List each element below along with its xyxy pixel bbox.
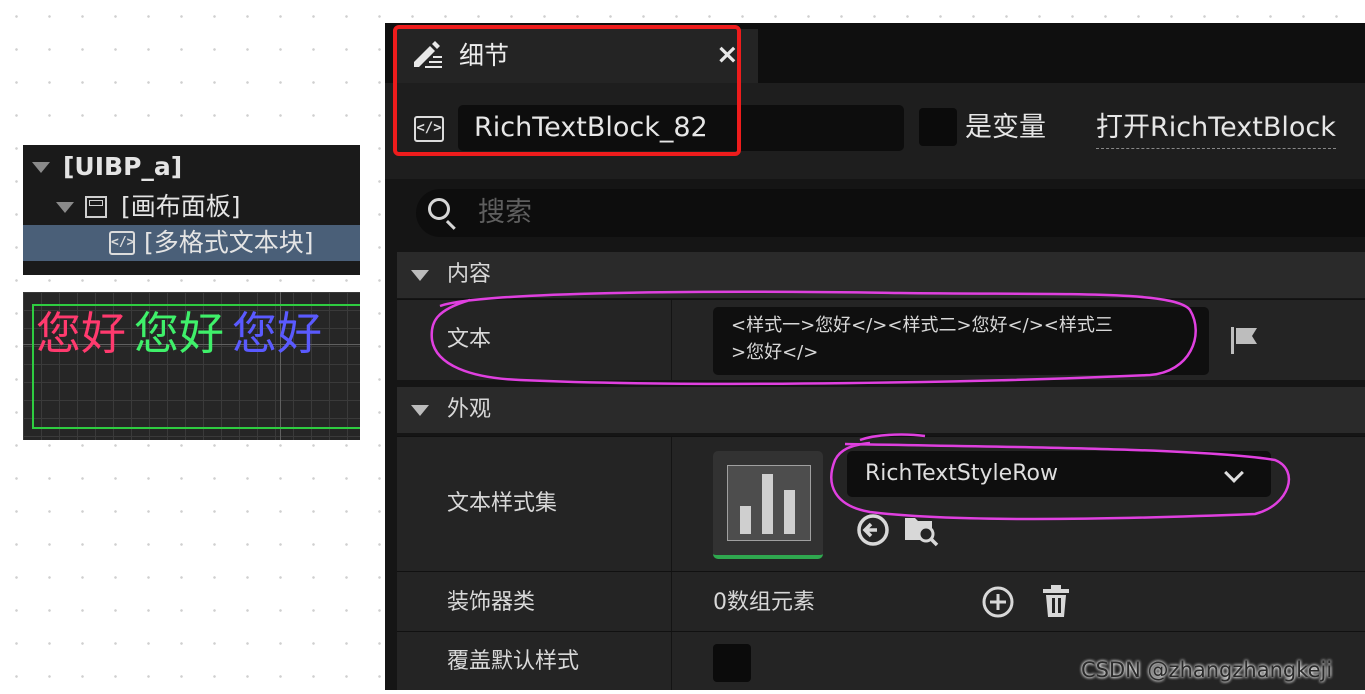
category-label: 外观 xyxy=(447,397,492,422)
property-label: 文本样式集 xyxy=(447,491,558,516)
rich-text-icon: </> xyxy=(109,231,135,255)
chevron-down-icon xyxy=(1224,463,1244,483)
collapse-arrow-icon[interactable] xyxy=(411,270,429,281)
override-default-style-checkbox[interactable] xyxy=(713,644,751,682)
property-row-decorator-classes: 装饰器类 0数组元素 xyxy=(397,571,1365,632)
is-variable-checkbox[interactable] xyxy=(919,108,957,146)
search-input[interactable]: 搜索 xyxy=(478,193,532,233)
collapse-arrow-icon[interactable] xyxy=(411,405,429,416)
add-element-icon[interactable] xyxy=(981,585,1015,619)
tree-item-canvas-panel[interactable]: [画布面板] xyxy=(23,189,360,225)
preview-text-style3: 您好 xyxy=(232,307,323,360)
data-table-thumbnail[interactable] xyxy=(713,451,823,559)
hierarchy-panel: [UIBP_a] [画布面板] </> [多格式文本块] xyxy=(23,145,360,275)
widget-name-row: </> RichTextBlock_82 是变量 打开RichTextBlock xyxy=(385,83,1365,179)
collapse-arrow-icon[interactable] xyxy=(56,202,74,213)
close-icon[interactable]: × xyxy=(716,37,739,73)
use-selected-arrow-icon[interactable] xyxy=(855,512,891,548)
localization-flag-icon[interactable] xyxy=(1229,324,1261,356)
collapse-arrow-icon[interactable] xyxy=(32,162,50,173)
canvas-panel-icon xyxy=(85,196,107,218)
text-value-field[interactable]: <样式一>您好</><样式二>您好</><样式三 >您好</> xyxy=(713,307,1209,375)
property-row-text: 文本 <样式一>您好</><样式二>您好</><样式三 >您好</> xyxy=(397,299,1365,380)
style-set-dropdown[interactable]: RichTextStyleRow xyxy=(847,451,1271,497)
category-label: 内容 xyxy=(447,262,492,287)
tree-item-uibp-a[interactable]: [UIBP_a] xyxy=(23,149,360,185)
data-table-icon xyxy=(727,465,811,541)
tree-item-label: [UIBP_a] xyxy=(63,152,183,181)
designer-preview: 您好 您好 您好 xyxy=(23,292,360,440)
is-variable-label: 是变量 xyxy=(965,112,1046,143)
watermark: CSDN @zhangzhangkeji xyxy=(1081,658,1333,682)
delete-all-icon[interactable] xyxy=(1040,585,1072,619)
tree-item-rich-text-block[interactable]: </> [多格式文本块] xyxy=(23,225,360,261)
text-value-line: >您好</> xyxy=(731,342,819,363)
widget-name-input[interactable]: RichTextBlock_82 xyxy=(458,105,904,151)
array-count: 0数组元素 xyxy=(713,590,815,615)
category-content[interactable]: 内容 xyxy=(397,252,1365,298)
category-appearance[interactable]: 外观 xyxy=(397,387,1365,433)
open-richtextblock-link[interactable]: 打开RichTextBlock xyxy=(1096,108,1336,149)
tab-title: 细节 xyxy=(459,41,510,70)
details-panel: 细节 × </> RichTextBlock_82 是变量 打开RichText… xyxy=(385,23,1365,690)
rich-text-icon: </> xyxy=(414,116,444,142)
details-edit-icon xyxy=(414,41,442,68)
search-icon xyxy=(428,198,450,220)
property-row-text-style-set: 文本样式集 RichTextStyleRow xyxy=(397,436,1365,572)
property-label: 覆盖默认样式 xyxy=(447,649,580,674)
preview-text-style2: 您好 xyxy=(134,307,225,360)
dropdown-value: RichTextStyleRow xyxy=(865,461,1058,486)
tab-details[interactable]: 细节 × xyxy=(393,29,758,83)
tree-item-label: [多格式文本块] xyxy=(144,228,314,257)
property-label: 装饰器类 xyxy=(447,590,536,615)
property-label: 文本 xyxy=(447,327,492,352)
tree-item-label: [画布面板] xyxy=(121,192,241,221)
tab-bar: 细节 × xyxy=(385,23,1365,83)
preview-text-style1: 您好 xyxy=(36,307,127,360)
search-bar[interactable]: 搜索 xyxy=(416,189,1365,237)
text-value-line: <样式一>您好</><样式二>您好</><样式三 xyxy=(731,315,1113,336)
browse-folder-icon[interactable] xyxy=(902,510,940,548)
